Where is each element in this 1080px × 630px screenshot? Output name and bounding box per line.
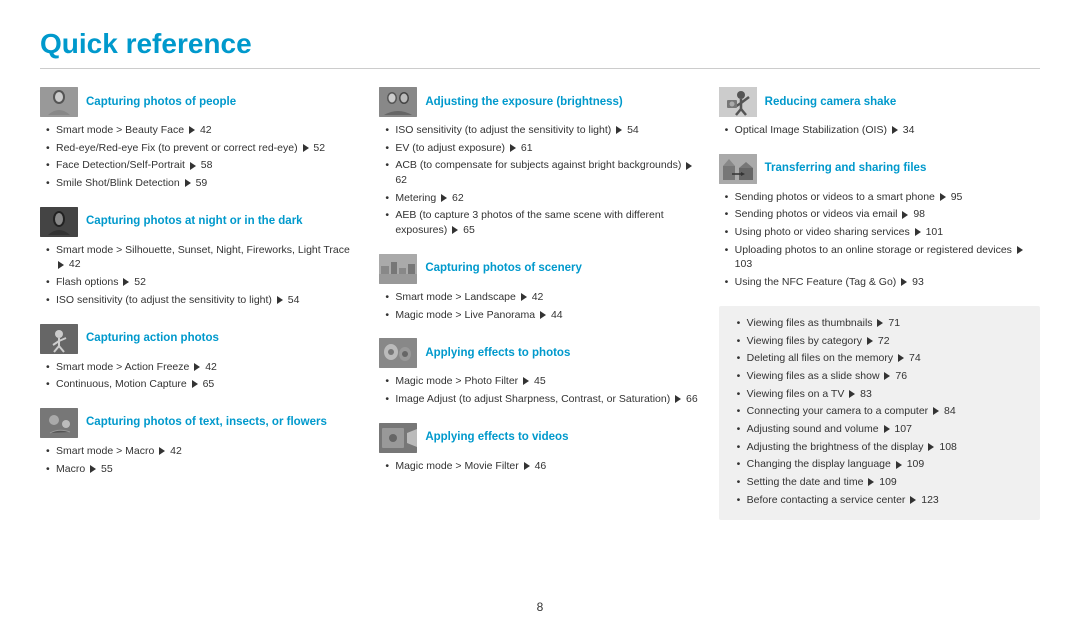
list-item: Viewing files on a TV 83 <box>737 387 1028 402</box>
page-number: 8 <box>537 600 544 614</box>
list-item: Uploading photos to an online storage or… <box>725 243 1040 272</box>
list-item: Magic mode > Live Panorama 44 <box>385 308 700 323</box>
section-night-title: Capturing photos at night or in the dark <box>86 214 303 229</box>
list-item: Setting the date and time 109 <box>737 475 1028 490</box>
section-video-effects-list: Magic mode > Movie Filter 46 <box>379 459 700 474</box>
macro-icon <box>40 408 78 438</box>
list-item: Viewing files as a slide show 76 <box>737 369 1028 384</box>
section-effects-header: Applying effects to photos <box>379 338 700 368</box>
section-exposure-title: Adjusting the exposure (brightness) <box>425 95 622 110</box>
section-macro-title: Capturing photos of text, insects, or fl… <box>86 415 327 430</box>
list-item: Adjusting the brightness of the display … <box>737 440 1028 455</box>
section-people-title: Capturing photos of people <box>86 95 236 110</box>
section-macro-header: Capturing photos of text, insects, or fl… <box>40 408 361 438</box>
list-item: ISO sensitivity (to adjust the sensitivi… <box>46 293 361 308</box>
section-transfer-title: Transferring and sharing files <box>765 161 927 176</box>
section-video-effects: Applying effects to videos Magic mode > … <box>379 423 700 474</box>
section-macro-list: Smart mode > Macro 42 Macro 55 <box>40 444 361 476</box>
list-item: Using the NFC Feature (Tag & Go) 93 <box>725 275 1040 290</box>
gray-box: Viewing files as thumbnails 71 Viewing f… <box>719 306 1040 521</box>
section-action-header: Capturing action photos <box>40 324 361 354</box>
list-item: Continuous, Motion Capture 65 <box>46 377 361 392</box>
section-people-list: Smart mode > Beauty Face 42 Red-eye/Red-… <box>40 123 361 191</box>
column-1: Capturing photos of people Smart mode > … <box>40 87 379 520</box>
section-night-header: Capturing photos at night or in the dark <box>40 207 361 237</box>
section-macro: Capturing photos of text, insects, or fl… <box>40 408 361 476</box>
column-3: Reducing camera shake Optical Image Stab… <box>719 87 1040 520</box>
page: Quick reference Capturing <box>0 0 1080 630</box>
section-exposure-list: ISO sensitivity (to adjust the sensitivi… <box>379 123 700 238</box>
section-effects-list: Magic mode > Photo Filter 45 Image Adjus… <box>379 374 700 406</box>
list-item: Metering 62 <box>385 191 700 206</box>
list-item: Changing the display language 109 <box>737 457 1028 472</box>
section-scenery-list: Smart mode > Landscape 42 Magic mode > L… <box>379 290 700 322</box>
section-shake-header: Reducing camera shake <box>719 87 1040 117</box>
list-item: Smart mode > Macro 42 <box>46 444 361 459</box>
section-effects: Applying effects to photos Magic mode > … <box>379 338 700 406</box>
list-item: Using photo or video sharing services 10… <box>725 225 1040 240</box>
video-effects-icon <box>379 423 417 453</box>
list-item: Optical Image Stabilization (OIS) 34 <box>725 123 1040 138</box>
section-action: Capturing action photos Smart mode > Act… <box>40 324 361 392</box>
list-item: Image Adjust (to adjust Sharpness, Contr… <box>385 392 700 407</box>
content-columns: Capturing photos of people Smart mode > … <box>40 87 1040 520</box>
section-video-effects-header: Applying effects to videos <box>379 423 700 453</box>
page-title: Quick reference <box>40 28 1040 60</box>
section-action-list: Smart mode > Action Freeze 42 Continuous… <box>40 360 361 392</box>
section-effects-title: Applying effects to photos <box>425 346 570 361</box>
people-icon <box>40 87 78 117</box>
list-item: Red-eye/Red-eye Fix (to prevent or corre… <box>46 141 361 156</box>
list-item: Magic mode > Photo Filter 45 <box>385 374 700 389</box>
list-item: Smart mode > Silhouette, Sunset, Night, … <box>46 243 361 272</box>
section-people: Capturing photos of people Smart mode > … <box>40 87 361 191</box>
list-item: Sending photos or videos to a smart phon… <box>725 190 1040 205</box>
transfer-icon <box>719 154 757 184</box>
list-item: Smile Shot/Blink Detection 59 <box>46 176 361 191</box>
section-shake-title: Reducing camera shake <box>765 95 897 110</box>
column-2: Adjusting the exposure (brightness) ISO … <box>379 87 718 520</box>
list-item: Macro 55 <box>46 462 361 477</box>
section-action-title: Capturing action photos <box>86 331 219 346</box>
scenery-icon <box>379 254 417 284</box>
exposure-icon <box>379 87 417 117</box>
list-item: Flash options 52 <box>46 275 361 290</box>
list-item: ACB (to compensate for subjects against … <box>385 158 700 187</box>
section-transfer: Transferring and sharing files Sending p… <box>719 154 1040 290</box>
section-people-header: Capturing photos of people <box>40 87 361 117</box>
night-icon <box>40 207 78 237</box>
list-item: Viewing files as thumbnails 71 <box>737 316 1028 331</box>
list-item: Adjusting sound and volume 107 <box>737 422 1028 437</box>
gray-box-list: Viewing files as thumbnails 71 Viewing f… <box>731 316 1028 508</box>
section-shake-list: Optical Image Stabilization (OIS) 34 <box>719 123 1040 138</box>
list-item: Smart mode > Beauty Face 42 <box>46 123 361 138</box>
section-video-effects-title: Applying effects to videos <box>425 430 568 445</box>
list-item: Before contacting a service center 123 <box>737 493 1028 508</box>
section-transfer-header: Transferring and sharing files <box>719 154 1040 184</box>
section-night-list: Smart mode > Silhouette, Sunset, Night, … <box>40 243 361 308</box>
list-item: Deleting all files on the memory 74 <box>737 351 1028 366</box>
list-item: Magic mode > Movie Filter 46 <box>385 459 700 474</box>
section-transfer-list: Sending photos or videos to a smart phon… <box>719 190 1040 290</box>
list-item: ISO sensitivity (to adjust the sensitivi… <box>385 123 700 138</box>
list-item: AEB (to capture 3 photos of the same sce… <box>385 208 700 237</box>
section-shake: Reducing camera shake Optical Image Stab… <box>719 87 1040 138</box>
list-item: Smart mode > Action Freeze 42 <box>46 360 361 375</box>
list-item: Connecting your camera to a computer 84 <box>737 404 1028 419</box>
section-exposure-header: Adjusting the exposure (brightness) <box>379 87 700 117</box>
effects-icon <box>379 338 417 368</box>
section-scenery-title: Capturing photos of scenery <box>425 261 582 276</box>
section-night: Capturing photos at night or in the dark… <box>40 207 361 308</box>
divider <box>40 68 1040 69</box>
list-item: Face Detection/Self-Portrait 58 <box>46 158 361 173</box>
list-item: Sending photos or videos via email 98 <box>725 207 1040 222</box>
list-item: Viewing files by category 72 <box>737 334 1028 349</box>
section-scenery-header: Capturing photos of scenery <box>379 254 700 284</box>
section-scenery: Capturing photos of scenery Smart mode >… <box>379 254 700 322</box>
list-item: EV (to adjust exposure) 61 <box>385 141 700 156</box>
section-exposure: Adjusting the exposure (brightness) ISO … <box>379 87 700 238</box>
shake-icon <box>719 87 757 117</box>
action-icon <box>40 324 78 354</box>
list-item: Smart mode > Landscape 42 <box>385 290 700 305</box>
